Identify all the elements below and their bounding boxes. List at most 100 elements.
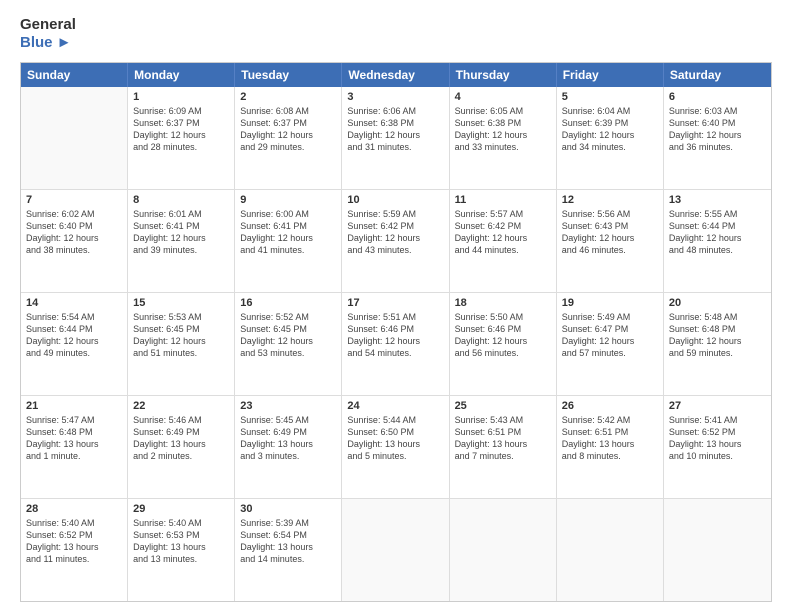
cell-content: Sunrise: 5:48 AMSunset: 6:48 PMDaylight:… — [669, 311, 766, 360]
cell-content: Sunrise: 6:08 AMSunset: 6:37 PMDaylight:… — [240, 105, 336, 154]
cell-w4-d1: 21 Sunrise: 5:47 AMSunset: 6:48 PMDayligh… — [21, 396, 128, 498]
day-number: 14 — [26, 297, 122, 309]
cell-w4-d2: 22 Sunrise: 5:46 AMSunset: 6:49 PMDayligh… — [128, 396, 235, 498]
day-number: 25 — [455, 400, 551, 412]
day-number: 28 — [26, 503, 122, 515]
cell-w3-d2: 15 Sunrise: 5:53 AMSunset: 6:45 PMDayligh… — [128, 293, 235, 395]
cell-w2-d3: 9Sunrise: 6:00 AMSunset: 6:41 PMDaylight… — [235, 190, 342, 292]
col-sunday: Sunday — [21, 63, 128, 87]
cell-content: Sunrise: 5:41 AMSunset: 6:52 PMDaylight:… — [669, 414, 766, 463]
day-number: 23 — [240, 400, 336, 412]
logo: General Blue ► — [20, 16, 76, 52]
week-4: 21 Sunrise: 5:47 AMSunset: 6:48 PMDayligh… — [21, 396, 771, 499]
cell-content: Sunrise: 5:47 AMSunset: 6:48 PMDaylight:… — [26, 414, 122, 463]
cell-w5-d4 — [342, 499, 449, 601]
day-number: 19 — [562, 297, 658, 309]
day-number: 18 — [455, 297, 551, 309]
cell-w2-d2: 8 Sunrise: 6:01 AMSunset: 6:41 PMDaylight… — [128, 190, 235, 292]
day-number: 15 — [133, 297, 229, 309]
col-tuesday: Tuesday — [235, 63, 342, 87]
cell-w1-d2: 1 Sunrise: 6:09 AMSunset: 6:37 PMDaylight… — [128, 87, 235, 189]
cell-content: Sunrise: 5:50 AMSunset: 6:46 PMDaylight:… — [455, 311, 551, 360]
col-monday: Monday — [128, 63, 235, 87]
cell-content: Sunrise: 5:49 AMSunset: 6:47 PMDaylight:… — [562, 311, 658, 360]
cell-w1-d4: 3 Sunrise: 6:06 AMSunset: 6:38 PMDaylight… — [342, 87, 449, 189]
cell-content: Sunrise: 5:46 AMSunset: 6:49 PMDaylight:… — [133, 414, 229, 463]
cell-w4-d6: 26Sunrise: 5:42 AMSunset: 6:51 PMDayligh… — [557, 396, 664, 498]
cell-w3-d7: 20 Sunrise: 5:48 AMSunset: 6:48 PMDayligh… — [664, 293, 771, 395]
cell-content: Sunrise: 5:53 AMSunset: 6:45 PMDaylight:… — [133, 311, 229, 360]
logo-general: General — [20, 16, 76, 34]
cell-w2-d5: 11Sunrise: 5:57 AMSunset: 6:42 PMDayligh… — [450, 190, 557, 292]
cell-content: Sunrise: 5:57 AMSunset: 6:42 PMDaylight:… — [455, 208, 551, 257]
day-number: 16 — [240, 297, 336, 309]
cell-w5-d6 — [557, 499, 664, 601]
day-number: 30 — [240, 503, 336, 515]
cell-content: Sunrise: 5:40 AMSunset: 6:52 PMDaylight:… — [26, 517, 122, 566]
cell-content: Sunrise: 5:39 AMSunset: 6:54 PMDaylight:… — [240, 517, 336, 566]
cell-w4-d4: 24 Sunrise: 5:44 AMSunset: 6:50 PMDayligh… — [342, 396, 449, 498]
cell-w2-d1: 7Sunrise: 6:02 AMSunset: 6:40 PMDaylight… — [21, 190, 128, 292]
cell-w1-d7: 6Sunrise: 6:03 AMSunset: 6:40 PMDaylight… — [664, 87, 771, 189]
col-wednesday: Wednesday — [342, 63, 449, 87]
day-number: 3 — [347, 91, 443, 103]
day-number: 17 — [347, 297, 443, 309]
day-number: 13 — [669, 194, 766, 206]
cell-w4-d7: 27Sunrise: 5:41 AMSunset: 6:52 PMDayligh… — [664, 396, 771, 498]
cell-content: Sunrise: 5:59 AMSunset: 6:42 PMDaylight:… — [347, 208, 443, 257]
logo-blue: Blue ► — [20, 34, 76, 52]
cell-content: Sunrise: 6:09 AMSunset: 6:37 PMDaylight:… — [133, 105, 229, 154]
cell-w3-d6: 19 Sunrise: 5:49 AMSunset: 6:47 PMDayligh… — [557, 293, 664, 395]
cell-w2-d6: 12 Sunrise: 5:56 AMSunset: 6:43 PMDayligh… — [557, 190, 664, 292]
day-number: 20 — [669, 297, 766, 309]
cell-w4-d3: 23 Sunrise: 5:45 AMSunset: 6:49 PMDayligh… — [235, 396, 342, 498]
cell-w1-d3: 2 Sunrise: 6:08 AMSunset: 6:37 PMDaylight… — [235, 87, 342, 189]
day-number: 10 — [347, 194, 443, 206]
cell-content: Sunrise: 5:44 AMSunset: 6:50 PMDaylight:… — [347, 414, 443, 463]
cell-content: Sunrise: 5:43 AMSunset: 6:51 PMDaylight:… — [455, 414, 551, 463]
cell-content: Sunrise: 6:01 AMSunset: 6:41 PMDaylight:… — [133, 208, 229, 257]
col-friday: Friday — [557, 63, 664, 87]
cell-content: Sunrise: 5:54 AMSunset: 6:44 PMDaylight:… — [26, 311, 122, 360]
day-number: 5 — [562, 91, 658, 103]
cell-w2-d7: 13 Sunrise: 5:55 AMSunset: 6:44 PMDayligh… — [664, 190, 771, 292]
week-3: 14 Sunrise: 5:54 AMSunset: 6:44 PMDayligh… — [21, 293, 771, 396]
cell-w3-d1: 14 Sunrise: 5:54 AMSunset: 6:44 PMDayligh… — [21, 293, 128, 395]
cell-content: Sunrise: 6:06 AMSunset: 6:38 PMDaylight:… — [347, 105, 443, 154]
col-saturday: Saturday — [664, 63, 771, 87]
calendar-header: Sunday Monday Tuesday Wednesday Thursday… — [21, 63, 771, 87]
cell-w1-d6: 5 Sunrise: 6:04 AMSunset: 6:39 PMDaylight… — [557, 87, 664, 189]
cell-w4-d5: 25 Sunrise: 5:43 AMSunset: 6:51 PMDayligh… — [450, 396, 557, 498]
cell-w3-d3: 16Sunrise: 5:52 AMSunset: 6:45 PMDayligh… — [235, 293, 342, 395]
cell-content: Sunrise: 5:51 AMSunset: 6:46 PMDaylight:… — [347, 311, 443, 360]
cell-w5-d1: 28 Sunrise: 5:40 AMSunset: 6:52 PMDayligh… — [21, 499, 128, 601]
day-number: 22 — [133, 400, 229, 412]
cell-w5-d2: 29Sunrise: 5:40 AMSunset: 6:53 PMDayligh… — [128, 499, 235, 601]
page: General Blue ► Sunday Monday Tuesday Wed… — [0, 0, 792, 612]
calendar-body: 1 Sunrise: 6:09 AMSunset: 6:37 PMDaylight… — [21, 87, 771, 601]
day-number: 8 — [133, 194, 229, 206]
day-number: 12 — [562, 194, 658, 206]
cell-content: Sunrise: 5:55 AMSunset: 6:44 PMDaylight:… — [669, 208, 766, 257]
header: General Blue ► — [20, 16, 772, 52]
day-number: 24 — [347, 400, 443, 412]
col-thursday: Thursday — [450, 63, 557, 87]
cell-w3-d4: 17 Sunrise: 5:51 AMSunset: 6:46 PMDayligh… — [342, 293, 449, 395]
cell-content: Sunrise: 6:04 AMSunset: 6:39 PMDaylight:… — [562, 105, 658, 154]
day-number: 2 — [240, 91, 336, 103]
cell-w5-d5 — [450, 499, 557, 601]
cell-content: Sunrise: 5:45 AMSunset: 6:49 PMDaylight:… — [240, 414, 336, 463]
cell-content: Sunrise: 6:02 AMSunset: 6:40 PMDaylight:… — [26, 208, 122, 257]
day-number: 9 — [240, 194, 336, 206]
day-number: 4 — [455, 91, 551, 103]
cell-w3-d5: 18 Sunrise: 5:50 AMSunset: 6:46 PMDayligh… — [450, 293, 557, 395]
week-5: 28 Sunrise: 5:40 AMSunset: 6:52 PMDayligh… — [21, 499, 771, 601]
cell-content: Sunrise: 5:56 AMSunset: 6:43 PMDaylight:… — [562, 208, 658, 257]
cell-content: Sunrise: 6:05 AMSunset: 6:38 PMDaylight:… — [455, 105, 551, 154]
day-number: 1 — [133, 91, 229, 103]
cell-w1-d5: 4 Sunrise: 6:05 AMSunset: 6:38 PMDaylight… — [450, 87, 557, 189]
cell-content: Sunrise: 5:42 AMSunset: 6:51 PMDaylight:… — [562, 414, 658, 463]
day-number: 21 — [26, 400, 122, 412]
cell-w5-d7 — [664, 499, 771, 601]
cell-content: Sunrise: 5:40 AMSunset: 6:53 PMDaylight:… — [133, 517, 229, 566]
